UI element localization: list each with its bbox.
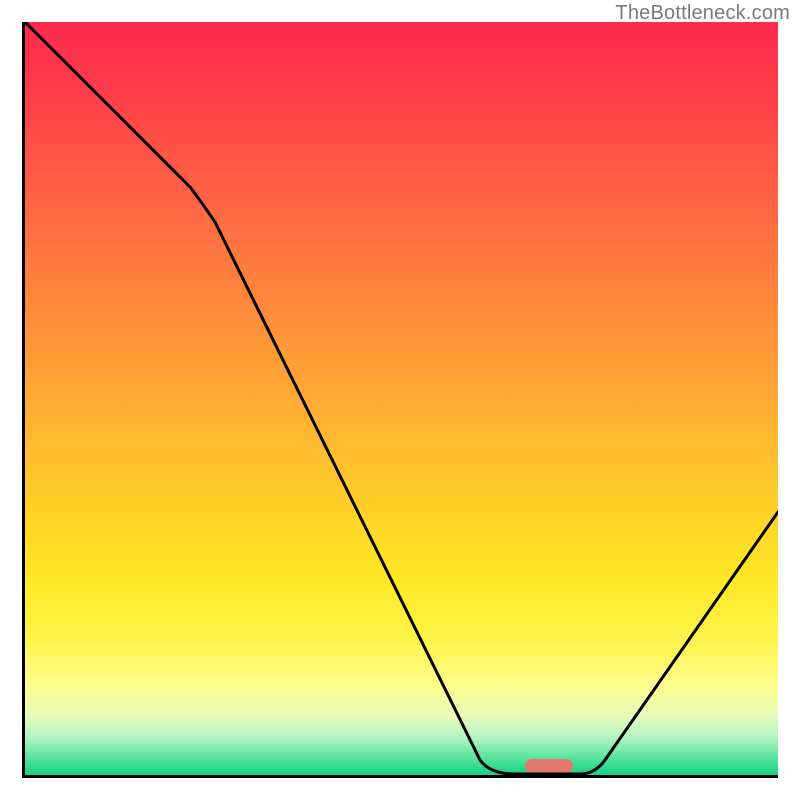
curve-svg bbox=[25, 22, 778, 775]
bottleneck-curve-path bbox=[25, 22, 778, 774]
plot-area bbox=[22, 22, 778, 778]
chart-container: TheBottleneck.com bbox=[0, 0, 800, 800]
